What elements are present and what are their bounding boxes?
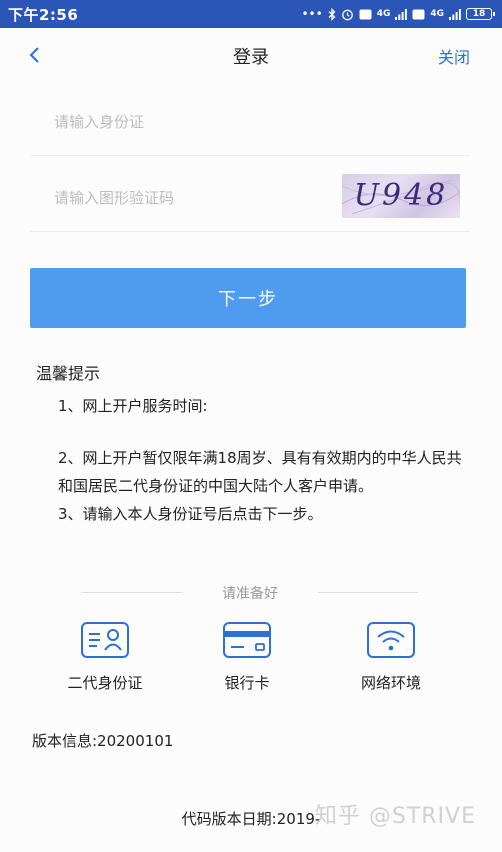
watermark: 知乎 @STRIVE	[314, 804, 476, 829]
signal-label-1: 4G	[376, 9, 391, 19]
signal-icon-2	[449, 8, 461, 20]
prepare-title: 请准备好	[222, 586, 278, 602]
prepare-label-network: 网络环境	[360, 674, 421, 692]
captcha-field-row: U948	[30, 160, 470, 232]
divider-left	[82, 592, 182, 593]
tip-item-3: 3、请输入本人身份证号后点击下一步。	[58, 505, 323, 523]
status-bar: 下午2:56 ••• 4G 4G 18	[0, 0, 502, 28]
prepare-item-network: 网络环境	[326, 620, 456, 693]
tips-title: 温馨提示	[36, 364, 101, 383]
hd-icon	[359, 9, 372, 20]
more-notifications-icon: •••	[301, 7, 323, 21]
alarm-icon	[341, 8, 354, 21]
status-icons: ••• 4G 4G 18	[301, 7, 495, 21]
prepare-header: 请准备好	[30, 582, 470, 604]
signal-icon	[395, 8, 408, 20]
next-step-button[interactable]: 下一步	[30, 268, 466, 328]
bank-card-icon	[223, 622, 271, 658]
wifi-icon	[367, 622, 415, 658]
nav-bar: 登录 关闭	[0, 28, 502, 84]
status-time: 下午2:56	[8, 5, 79, 24]
hd-icon-2	[412, 9, 425, 20]
page-title: 登录	[233, 47, 269, 68]
id-number-input[interactable]	[52, 108, 316, 136]
id-field-row	[30, 84, 470, 156]
bluetooth-icon	[328, 7, 336, 21]
tip-item-1: 1、网上开户服务时间:	[58, 397, 208, 415]
captcha-text: U948	[353, 178, 449, 213]
divider-right	[318, 592, 418, 593]
id-card-icon	[81, 622, 129, 658]
signal-label-2: 4G	[430, 9, 444, 19]
battery-level: 18	[472, 9, 486, 19]
prepare-label-bank-card: 银行卡	[224, 674, 270, 692]
tips-section: 温馨提示 1、网上开户服务时间: 2、网上开户暂仅限年满18周岁、具有有效期内的…	[36, 360, 476, 528]
prepare-item-id-card: 二代身份证	[40, 620, 170, 693]
battery-icon: 18	[466, 8, 495, 20]
prepare-item-bank-card: 银行卡	[182, 620, 312, 693]
captcha-input[interactable]	[52, 184, 316, 212]
prepare-label-id-card: 二代身份证	[67, 674, 143, 692]
close-button[interactable]: 关闭	[438, 44, 470, 68]
version-info: 版本信息:20200101	[32, 732, 174, 750]
tip-item-2: 2、网上开户暂仅限年满18周岁、具有有效期内的中华人民共和国居民二代身份证的中国…	[58, 449, 462, 495]
captcha-image[interactable]: U948	[342, 174, 460, 218]
